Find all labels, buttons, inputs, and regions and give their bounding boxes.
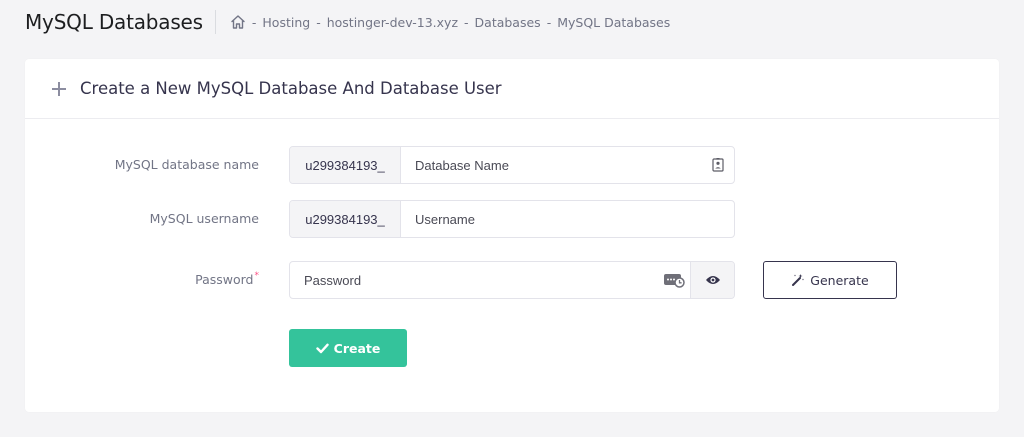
username-label-text: MySQL username	[149, 211, 259, 226]
eye-icon	[705, 276, 720, 284]
breadcrumb-databases[interactable]: Databases	[475, 15, 541, 30]
contact-card-icon[interactable]	[702, 147, 734, 183]
generate-password-button[interactable]: Generate	[763, 261, 897, 299]
breadcrumb-separator: -	[316, 14, 321, 30]
password-manager-icon[interactable]	[658, 262, 690, 298]
username-input-group: u299384193_	[289, 200, 735, 238]
breadcrumb-hosting[interactable]: Hosting	[262, 15, 310, 30]
create-button[interactable]: Create	[289, 329, 407, 367]
password-label: Password*	[39, 261, 259, 299]
breadcrumb-separator: -	[251, 14, 257, 30]
toggle-password-visibility-button[interactable]	[690, 262, 734, 298]
db-name-input-group: u299384193_	[289, 146, 735, 184]
password-input-group	[289, 261, 735, 299]
breadcrumb: - Hosting - hostinger-dev-13.xyz - Datab…	[230, 14, 670, 30]
breadcrumb-mysql-databases: MySQL Databases	[557, 14, 671, 30]
page-header: MySQL Databases - Hosting - hostinger-de…	[25, 0, 670, 44]
required-marker: *	[254, 271, 260, 281]
breadcrumb-domain[interactable]: hostinger-dev-13.xyz	[327, 15, 458, 30]
username-prefix: u299384193_	[290, 201, 401, 237]
create-database-card: Create a New MySQL Database And Database…	[25, 59, 999, 412]
breadcrumb-separator: -	[546, 14, 552, 30]
password-input[interactable]	[290, 262, 658, 298]
create-label: Create	[333, 340, 381, 356]
magic-wand-icon	[792, 274, 805, 286]
card-title: Create a New MySQL Database And Database…	[80, 79, 502, 98]
db-name-prefix: u299384193_	[290, 147, 401, 183]
db-name-label: MySQL database name	[39, 146, 259, 184]
plus-icon	[51, 81, 67, 97]
db-name-label-text: MySQL database name	[114, 157, 259, 172]
home-icon[interactable]	[230, 14, 246, 30]
db-name-input[interactable]	[401, 147, 702, 183]
username-input[interactable]	[401, 201, 734, 237]
check-icon	[315, 343, 329, 353]
password-label-text: Password	[195, 272, 254, 287]
page-title: MySQL Databases	[25, 10, 216, 34]
breadcrumb-separator: -	[464, 14, 469, 30]
generate-label: Generate	[810, 272, 869, 288]
card-header: Create a New MySQL Database And Database…	[25, 59, 999, 119]
username-label: MySQL username	[39, 200, 259, 238]
